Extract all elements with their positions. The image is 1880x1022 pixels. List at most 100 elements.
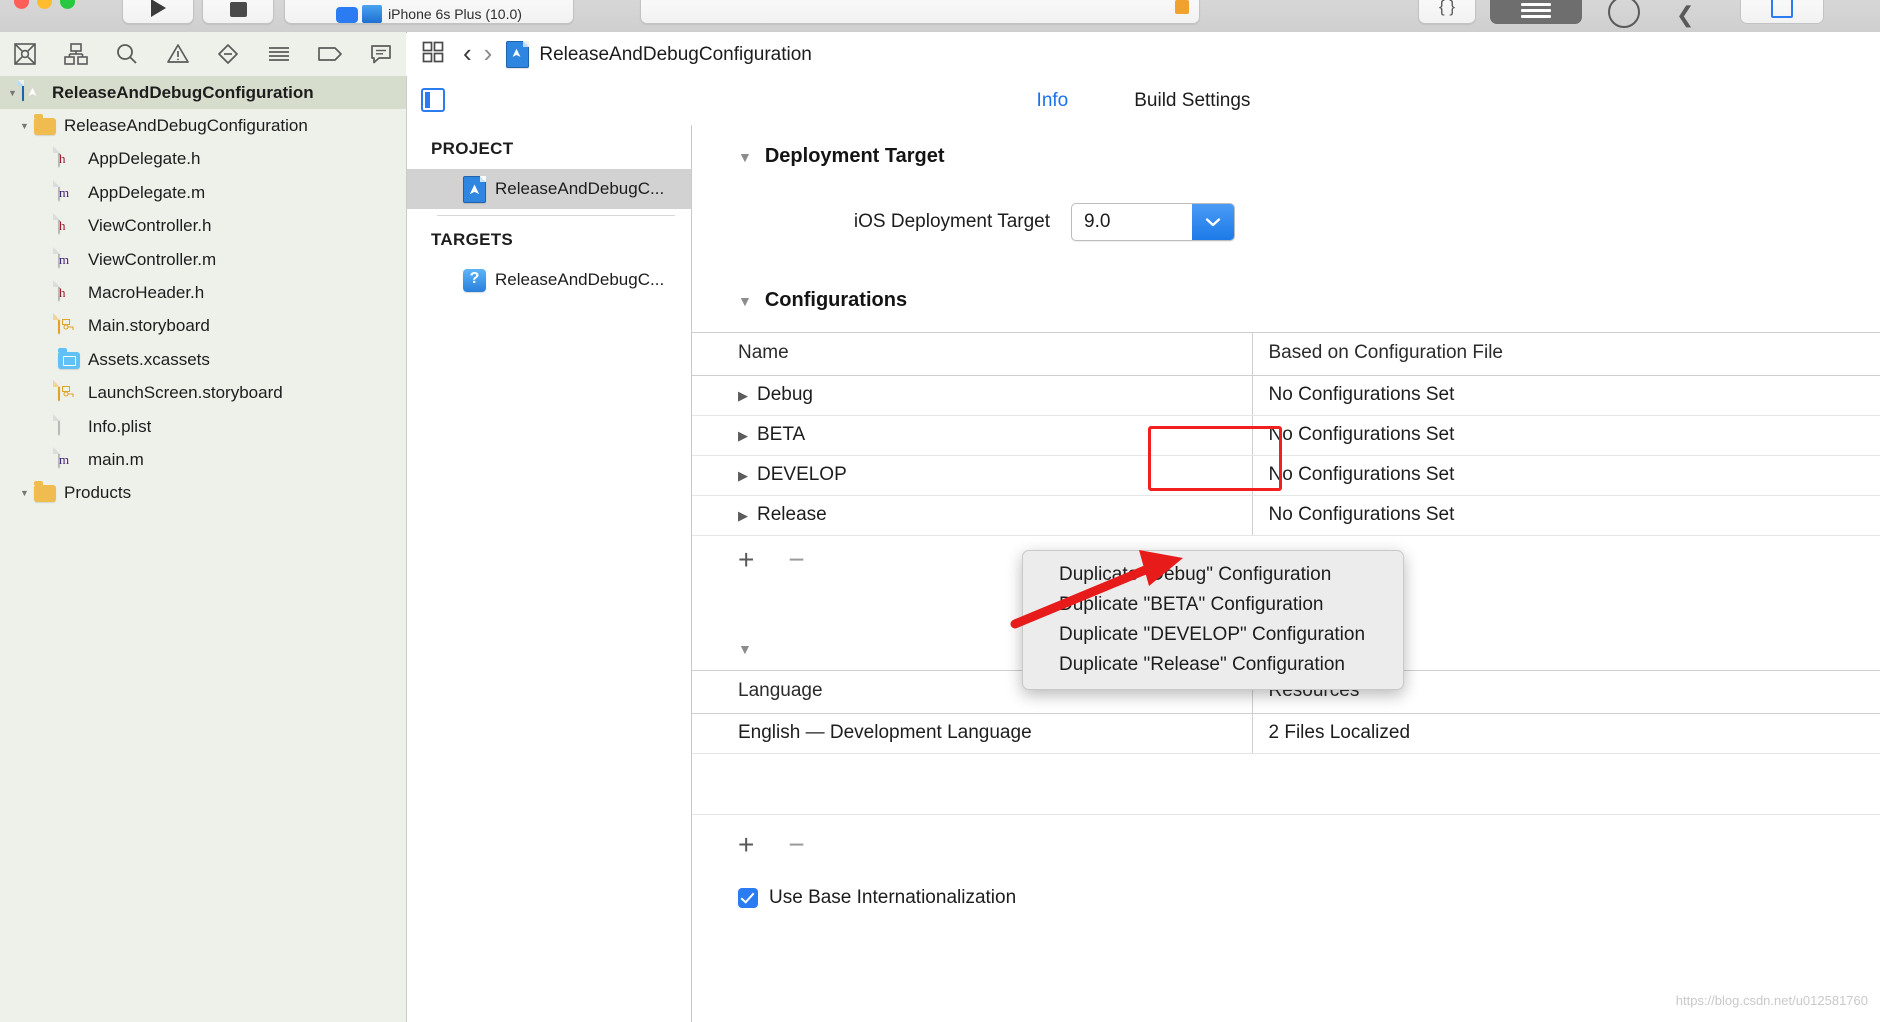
device-icon	[362, 5, 383, 23]
navigator-item[interactable]: ▼ ReleaseAndDebugConfiguration	[0, 76, 406, 110]
use-base-internationalization-checkbox[interactable]	[738, 888, 758, 908]
activity-view	[640, 0, 1200, 24]
close-button[interactable]	[14, 0, 29, 9]
configurations-title: Configurations	[764, 289, 908, 311]
disclosure-triangle-icon[interactable]: ▼	[20, 488, 32, 498]
based-on-configuration-cell[interactable]: No Configurations Set	[1251, 375, 1880, 416]
navigator-item[interactable]: Assets.xcassets	[0, 343, 406, 376]
disclosure-triangle-icon[interactable]: ▶	[738, 468, 748, 484]
menu-item[interactable]: Duplicate "Release" Configuration	[1023, 650, 1403, 680]
column-header-name: Name	[692, 332, 1252, 376]
source-control-navigator-icon[interactable]	[51, 41, 102, 67]
related-items-icon[interactable]	[421, 40, 445, 69]
language-cell[interactable]: English — Development Language	[692, 713, 1252, 754]
table-row[interactable]: ▶ DEVELOP No Configurations Set	[692, 455, 1880, 496]
forward-button[interactable]: ›	[484, 40, 493, 70]
chevron-down-icon: ▼	[738, 148, 752, 165]
tab-build-settings[interactable]: Build Settings	[1134, 90, 1250, 112]
jump-bar-title[interactable]: ReleaseAndDebugConfiguration	[539, 44, 812, 66]
editor-mode-segmented-control[interactable]	[1490, 0, 1582, 24]
minimize-button[interactable]	[37, 0, 52, 9]
issue-navigator-icon[interactable]	[152, 41, 203, 67]
deployment-target-section-header[interactable]: ▼ Deployment Target	[692, 125, 1880, 168]
project-row[interactable]: ReleaseAndDebugC...	[407, 169, 691, 209]
navigator-item[interactable]: m ViewController.m	[0, 243, 406, 276]
navigator-item[interactable]: m main.m	[0, 443, 406, 476]
project-row-label: ReleaseAndDebugC...	[495, 179, 665, 198]
configuration-name-cell[interactable]: ▶ BETA	[692, 415, 1252, 456]
disclosure-triangle-icon[interactable]: ▶	[738, 388, 748, 404]
navigator-item[interactable]: ▼ Products	[0, 477, 406, 510]
ios-deployment-target-value: 9.0	[1084, 211, 1111, 232]
menu-item[interactable]: Duplicate "BETA" Configuration	[1023, 590, 1403, 620]
remove-localization-button[interactable]: −	[788, 831, 804, 859]
menu-item[interactable]: Duplicate "DEVELOP" Configuration	[1023, 620, 1403, 650]
target-row-label: ReleaseAndDebugC...	[495, 270, 665, 289]
library-button[interactable]: { }	[1418, 0, 1476, 24]
table-row[interactable]: ▶ Debug No Configurations Set	[692, 375, 1880, 416]
xcodeproj-icon	[22, 79, 44, 105]
configuration-name-cell[interactable]: ▶ DEVELOP	[692, 455, 1252, 496]
project-navigator-list[interactable]: ▼ ReleaseAndDebugConfiguration ▼ ReleaseAnd…	[0, 76, 407, 1022]
ios-deployment-target-label: iOS Deployment Target	[853, 211, 1050, 232]
tab-info[interactable]: Info	[1037, 90, 1069, 112]
scheme-selector[interactable]: iPhone 6s Plus (10.0)	[284, 0, 574, 24]
disclosure-triangle-icon[interactable]: ▼	[8, 88, 20, 98]
navigator-item[interactable]: Info.plist	[0, 410, 406, 443]
debug-area-toggle-icon[interactable]	[1608, 0, 1640, 28]
stop-icon	[229, 2, 247, 17]
disclosure-triangle-icon[interactable]: ▶	[738, 428, 748, 444]
window-toolbar: iPhone 6s Plus (10.0) { } ❮	[0, 0, 1880, 33]
run-button[interactable]	[122, 0, 194, 24]
remove-configuration-button[interactable]: −	[788, 546, 804, 574]
resources-cell[interactable]: 2 Files Localized	[1251, 713, 1880, 754]
localizations-add-remove: + −	[692, 815, 1880, 859]
navigator-item-label: Info.plist	[88, 416, 152, 436]
debug-navigator-icon[interactable]	[254, 41, 305, 67]
navigator-item[interactable]: h AppDelegate.h	[0, 143, 406, 176]
table-row[interactable]: English — Development Language 2 Files Lo…	[692, 713, 1880, 754]
duplicate-configuration-menu[interactable]: Duplicate "Debug" Configuration Duplicate…	[1022, 550, 1404, 690]
use-base-internationalization-row[interactable]: Use Base Internationalization	[692, 859, 1880, 909]
chevron-left-icon[interactable]: ❮	[1676, 2, 1694, 28]
disclosure-triangle-icon[interactable]: ▼	[20, 121, 32, 131]
ios-deployment-target-select[interactable]: 9.0	[1071, 203, 1235, 241]
based-on-configuration-cell[interactable]: No Configurations Set	[1251, 415, 1880, 456]
test-navigator-icon[interactable]	[203, 41, 254, 67]
navigator-item[interactable]: Main.storyboard	[0, 310, 406, 343]
table-row[interactable]: ▶ BETA No Configurations Set	[692, 415, 1880, 456]
inspector-toggle-button[interactable]	[1740, 0, 1824, 24]
back-button[interactable]: ‹	[463, 40, 472, 70]
navigator-item-label: main.m	[88, 449, 144, 469]
project-navigator-icon[interactable]	[0, 41, 51, 67]
zoom-button[interactable]	[60, 0, 75, 9]
navigator-item[interactable]: m AppDelegate.m	[0, 176, 406, 209]
target-row[interactable]: ReleaseAndDebugC...	[407, 260, 691, 300]
header-file-icon: h	[58, 146, 80, 171]
configuration-name-cell[interactable]: ▶ Release	[692, 495, 1252, 536]
navigator-item[interactable]: h ViewController.h	[0, 210, 406, 243]
ios-deployment-target-row: iOS Deployment Target 9.0	[692, 168, 1880, 241]
navigator-item[interactable]: LaunchScreen.storyboard	[0, 377, 406, 410]
project-targets-sidebar[interactable]: PROJECT ReleaseAndDebugC... TARGETS Rele…	[407, 125, 692, 1022]
disclosure-triangle-icon[interactable]: ▶	[738, 508, 748, 524]
warning-badge-icon[interactable]	[1175, 0, 1189, 14]
table-row[interactable]: ▶ Release No Configurations Set	[692, 495, 1880, 536]
menu-item[interactable]: Duplicate "Debug" Configuration	[1023, 560, 1403, 590]
editor-area: ‹ › ReleaseAndDebugConfiguration Info Bui…	[407, 32, 1880, 1022]
based-on-configuration-cell[interactable]: No Configurations Set	[1251, 455, 1880, 496]
configuration-name-cell[interactable]: ▶ Debug	[692, 375, 1252, 416]
objc-file-icon: m	[58, 446, 80, 472]
stop-button[interactable]	[202, 0, 274, 24]
navigator-item-label: Main.storyboard	[88, 316, 210, 336]
add-configuration-button[interactable]: +	[738, 546, 754, 574]
find-navigator-icon[interactable]	[102, 41, 153, 67]
navigator-item[interactable]: h MacroHeader.h	[0, 276, 406, 309]
breakpoint-navigator-icon[interactable]	[305, 41, 356, 67]
add-localization-button[interactable]: +	[738, 831, 754, 859]
navigator-item[interactable]: ▼ ReleaseAndDebugConfiguration	[0, 109, 406, 142]
chevron-down-icon[interactable]	[1192, 204, 1234, 240]
report-navigator-icon[interactable]	[355, 41, 406, 67]
configurations-section-header[interactable]: ▼ Configurations	[692, 241, 1880, 312]
based-on-configuration-cell[interactable]: No Configurations Set	[1251, 495, 1880, 536]
